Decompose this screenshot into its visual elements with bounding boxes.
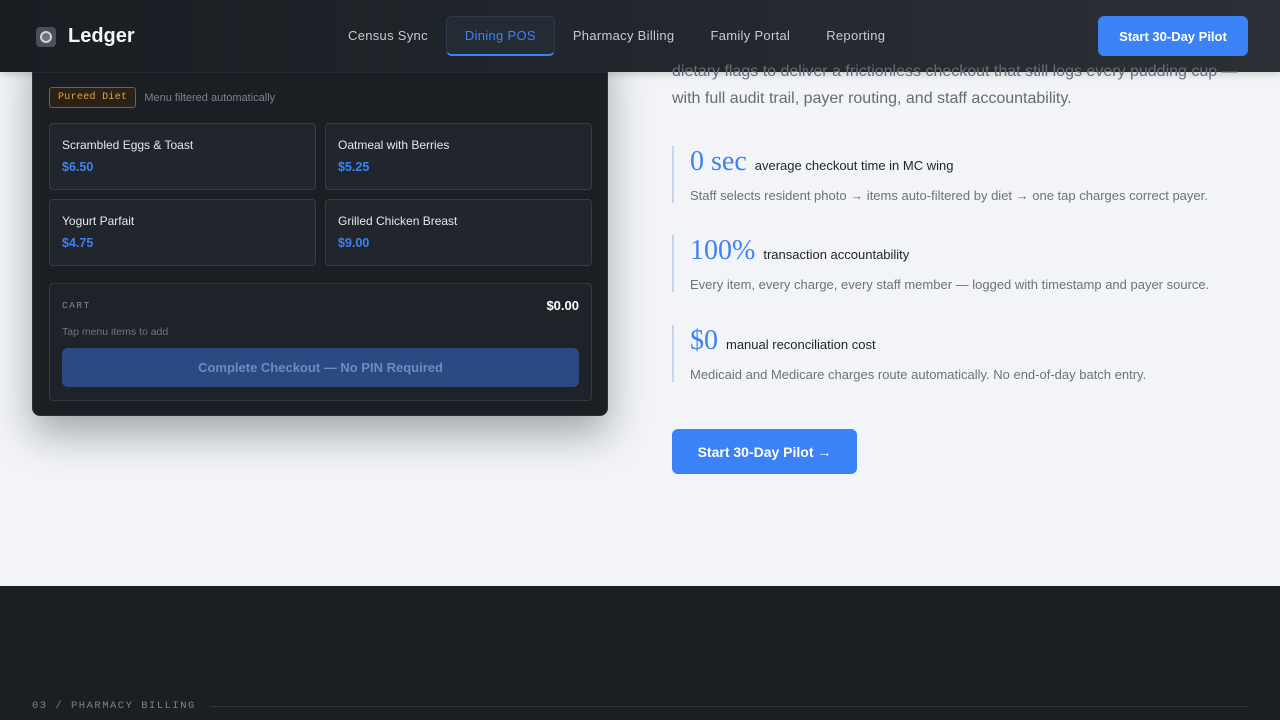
start-pilot-button[interactable]: Start 30-Day Pilot → [672,429,857,474]
lead-paragraph: dietary flags to deliver a frictionless … [672,63,1238,107]
brand-name: Ledger [68,25,135,47]
cart-panel: CART $0.00 Tap menu items to add Complet… [49,283,592,401]
diet-filter-note: Menu filtered automatically [144,91,276,104]
menu-item[interactable]: Scrambled Eggs & Toast $6.50 [49,123,316,190]
panel-divider [33,72,607,73]
stat-description: Medicaid and Medicare charges route auto… [690,367,1147,382]
menu-item-price: $6.50 [62,160,94,174]
menu-item[interactable]: Oatmeal with Berries $5.25 [325,123,592,190]
diet-filter-row: Pureed Diet Menu filtered automatically [49,87,275,108]
section-divider [210,706,1248,707]
cart-total: $0.00 [546,298,579,313]
menu-grid: Scrambled Eggs & Toast $6.50 Oatmeal wit… [49,123,592,266]
menu-item-name: Oatmeal with Berries [338,138,450,152]
stat-block: $0 manual reconciliation cost Medicaid a… [672,325,1252,382]
stat-head: $0 manual reconciliation cost [690,325,1252,357]
stat-label: transaction accountability [763,247,910,262]
ledger-logo-icon [36,26,56,47]
stat-label: manual reconciliation cost [726,337,876,352]
stat-value: 0 sec [690,146,747,177]
start-pilot-header-button[interactable]: Start 30-Day Pilot [1098,16,1248,56]
section-label: 03 / PHARMACY BILLING [32,700,196,712]
menu-item-price: $5.25 [338,160,370,174]
menu-item[interactable]: Yogurt Parfait $4.75 [49,199,316,266]
stat-label: average checkout time in MC wing [754,158,954,173]
cart-label: CART [62,300,91,311]
nav-dining-pos[interactable]: Dining POS [445,15,555,56]
stat-value: 100% [690,235,756,266]
menu-item-name: Grilled Chicken Breast [338,214,458,228]
nav-pharmacy-billing[interactable]: Pharmacy Billing [555,17,693,54]
stat-block: 0 sec average checkout time in MC wing S… [672,146,1252,203]
menu-item[interactable]: Grilled Chicken Breast $9.00 [325,199,592,266]
stat-description: Staff selects resident photo → items aut… [690,188,1208,203]
nav-family-portal[interactable]: Family Portal [692,17,808,54]
cart-hint: Tap menu items to add [62,326,169,338]
main-nav: Census Sync Dining POS Pharmacy Billing … [330,15,903,56]
next-section: 03 / PHARMACY BILLING [0,586,1280,720]
diet-badge: Pureed Diet [49,87,137,108]
menu-item-name: Scrambled Eggs & Toast [62,138,194,152]
menu-item-price: $9.00 [338,236,370,250]
stat-head: 100% transaction accountability [690,235,1252,267]
complete-checkout-button[interactable]: Complete Checkout — No PIN Required [62,348,579,387]
stat-value: $0 [690,325,718,356]
menu-item-name: Yogurt Parfait [62,214,135,228]
dining-pos-panel: Pureed Diet Menu filtered automatically … [32,40,608,416]
stat-description: Every item, every charge, every staff me… [690,277,1210,292]
nav-census-sync[interactable]: Census Sync [330,17,446,54]
nav-reporting[interactable]: Reporting [808,17,903,54]
menu-item-price: $4.75 [62,236,94,250]
stat-head: 0 sec average checkout time in MC wing [690,146,1252,178]
stat-block: 100% transaction accountability Every it… [672,235,1252,292]
brand[interactable]: Ledger [36,25,135,48]
